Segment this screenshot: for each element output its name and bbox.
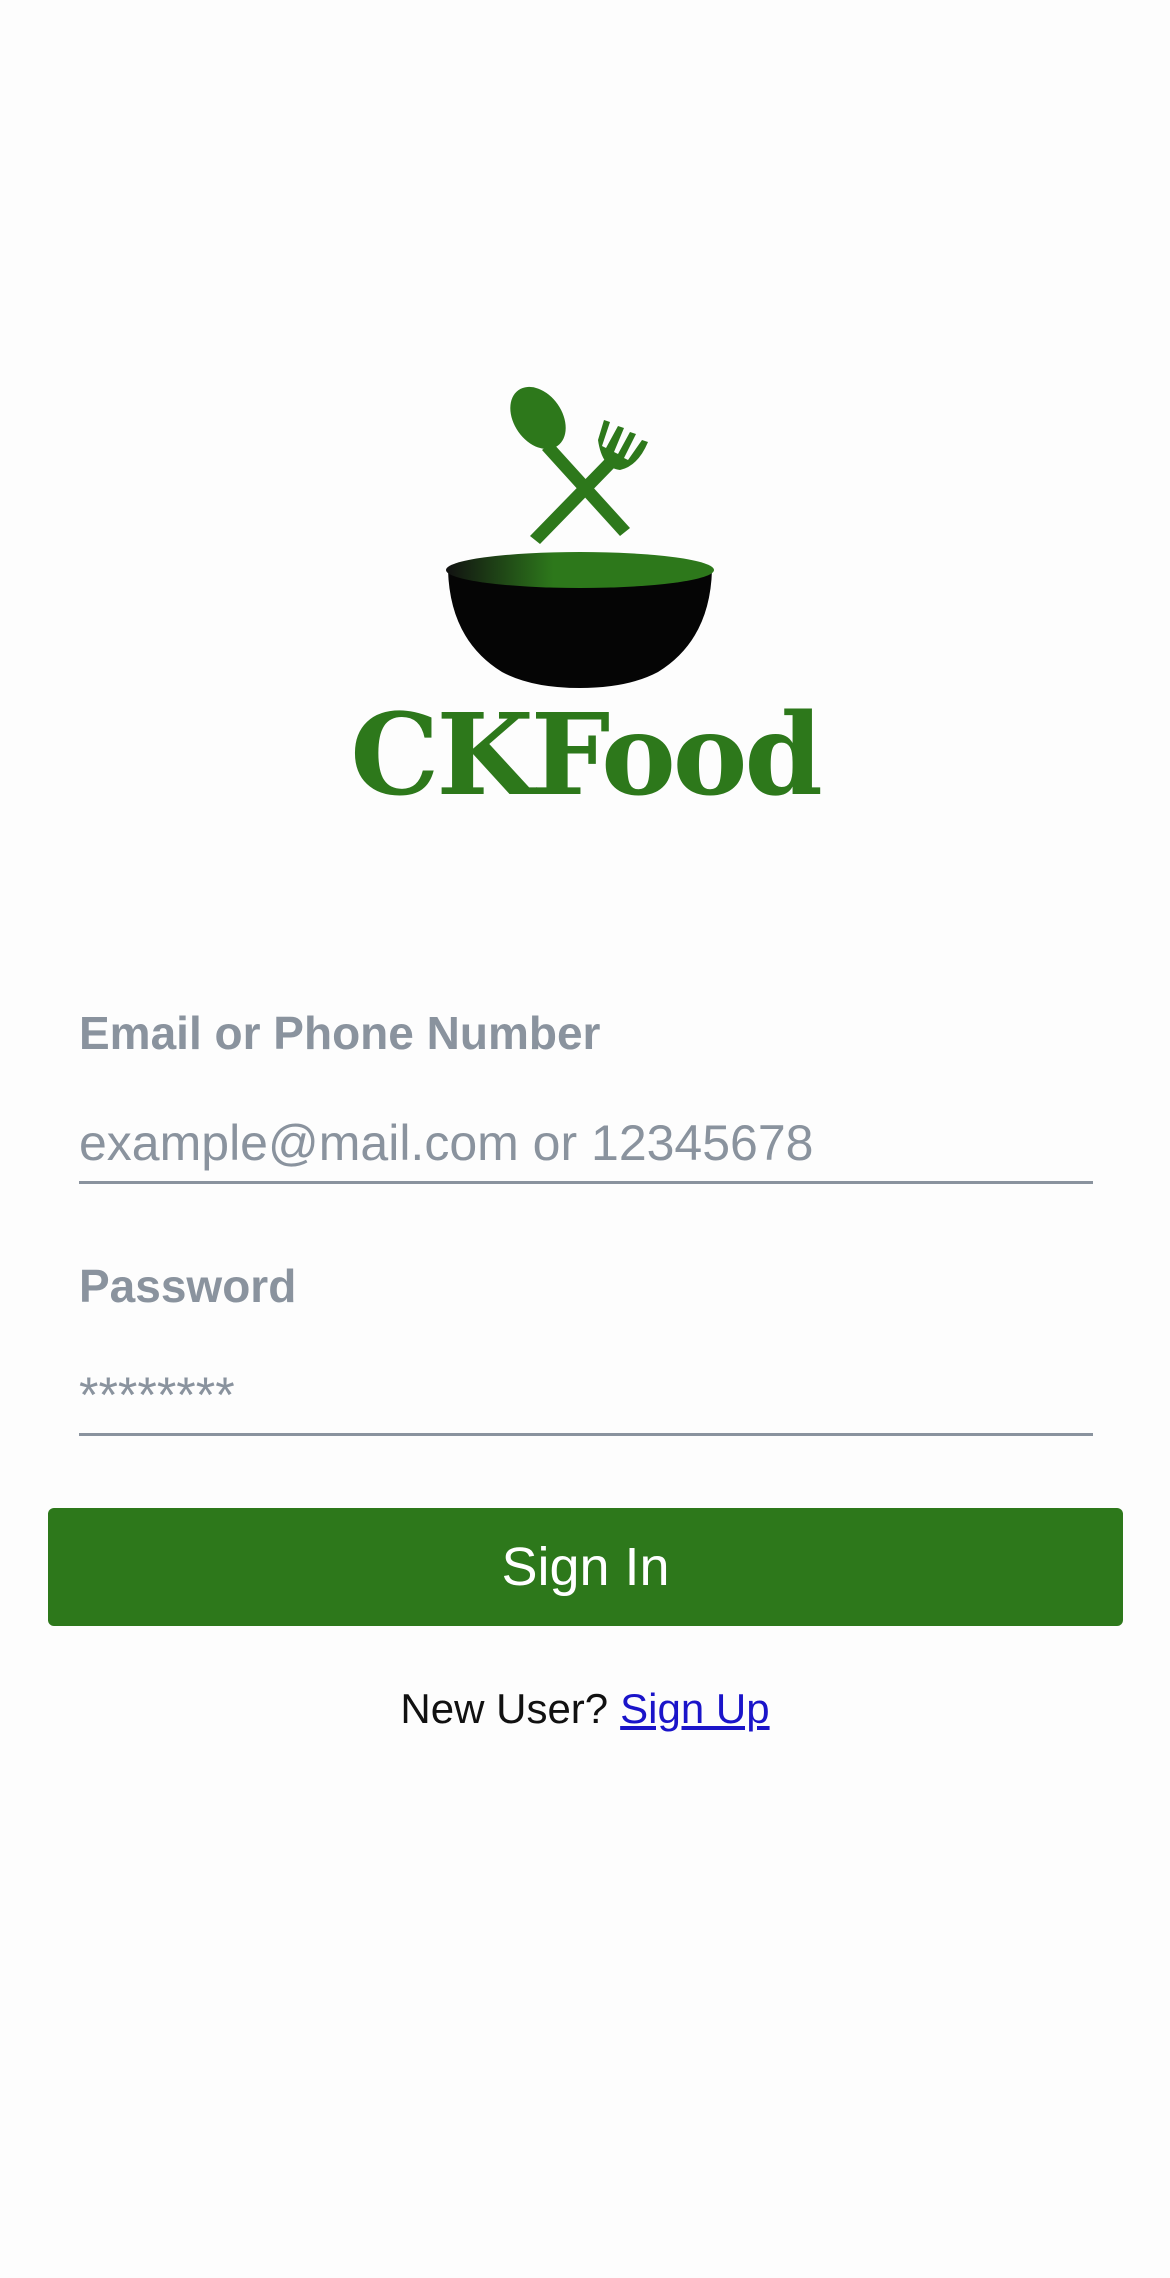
sign-up-link[interactable]: Sign Up: [620, 1685, 769, 1732]
email-label: Email or Phone Number: [79, 1007, 601, 1059]
password-label: Password: [79, 1260, 297, 1312]
sign-in-button[interactable]: Sign In: [48, 1508, 1123, 1626]
app-logo: CKFood: [0, 0, 1170, 900]
email-field[interactable]: [79, 1104, 1093, 1184]
new-user-text: New User?: [400, 1685, 609, 1732]
bowl-spoon-fork-icon: [446, 386, 714, 688]
brand-name: CKFood: [350, 690, 823, 821]
password-field[interactable]: [79, 1356, 1093, 1436]
signup-prompt-row: New User? Sign Up: [0, 1688, 1170, 1730]
